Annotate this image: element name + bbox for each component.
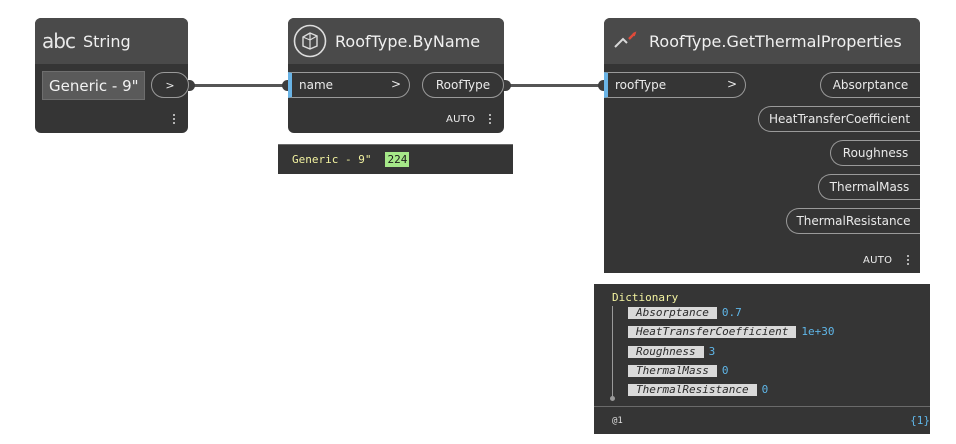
wire-string-to-name [188, 84, 288, 87]
rooftype-node-icon [293, 24, 327, 58]
dictionary-key: Roughness [628, 345, 704, 358]
dictionary-value: 3 [708, 345, 716, 358]
output-port-label: ThermalResistance [796, 214, 911, 228]
dictionary-value: 0 [761, 383, 769, 396]
dictionary-value: 0 [721, 364, 729, 377]
thermal-node-header[interactable]: RoofType.GetThermalProperties [604, 18, 920, 64]
string-output-port[interactable]: > [151, 72, 189, 98]
output-port-heattransfercoefficient[interactable]: HeatTransferCoefficient [758, 106, 920, 132]
name-input-port[interactable]: name > [288, 72, 410, 98]
dictionary-entry: Absorptance 0.7 [628, 306, 742, 319]
input-port-label: name [299, 78, 334, 92]
item-count-label: {1} [910, 414, 930, 427]
dictionary-entry: ThermalMass 0 [628, 364, 728, 377]
output-port-thermalresistance[interactable]: ThermalResistance [786, 208, 920, 234]
string-node-header[interactable]: abc String [35, 18, 188, 64]
rooftype-byname-node[interactable]: RoofType.ByName name > RoofType AUTO [288, 18, 504, 133]
dictionary-entry: HeatTransferCoefficient 1e+30 [628, 325, 834, 338]
byname-preview-bubble: Generic - 9" 224 [278, 144, 513, 174]
output-port-thermalmass[interactable]: ThermalMass [818, 174, 920, 200]
thermal-preview-bubble: Dictionary Absorptance 0.7 HeatTransferC… [594, 284, 930, 434]
wire-start-connector [188, 80, 195, 91]
element-id-badge[interactable]: 224 [385, 152, 410, 167]
output-port-label: ThermalMass [829, 180, 910, 194]
string-value-input[interactable]: Generic - 9" [42, 71, 145, 100]
output-port-absorptance[interactable]: Absorptance [820, 72, 920, 98]
output-port-label: Absorptance [832, 78, 909, 92]
query-icon [614, 31, 637, 48]
node-title: RoofType.ByName [335, 31, 481, 51]
rooftype-getthermalproperties-node[interactable]: RoofType.GetThermalProperties roofType >… [604, 18, 920, 273]
preview-footer-divider [594, 406, 930, 407]
chevron-right-icon: > [390, 77, 401, 91]
node-title: RoofType.GetThermalProperties [649, 31, 902, 51]
output-port-label: RoofType [435, 78, 491, 92]
dictionary-key: Absorptance [628, 306, 717, 319]
tree-line [612, 306, 613, 398]
dictionary-value: 1e+30 [801, 325, 835, 338]
chevron-right-icon: > [726, 77, 737, 91]
wire-rooftype-to-rooftype [506, 84, 604, 87]
chevron-right-icon: > [165, 78, 175, 92]
node-menu-icon[interactable] [172, 112, 176, 124]
dictionary-key: ThermalMass [628, 364, 717, 377]
input-port-label: roofType [615, 78, 667, 92]
rooftype-input-port[interactable]: roofType > [604, 72, 746, 98]
output-port-label: HeatTransferCoefficient [768, 112, 911, 126]
lacing-label[interactable]: AUTO [446, 114, 475, 125]
dictionary-entry: Roughness 3 [628, 345, 715, 358]
byname-node-header[interactable]: RoofType.ByName [288, 18, 504, 64]
lacing-label[interactable]: AUTO [863, 255, 892, 266]
list-level-label: @1 [612, 416, 623, 426]
wire-start-connector [504, 80, 511, 91]
dictionary-type-label: Dictionary [612, 291, 679, 304]
preview-value: Generic - 9" [292, 153, 372, 166]
string-type-icon: abc [42, 29, 76, 53]
rooftype-output-port[interactable]: RoofType [422, 72, 504, 98]
tree-end-dot [610, 396, 615, 401]
node-menu-icon[interactable] [906, 253, 910, 265]
node-title: String [82, 31, 131, 51]
dictionary-value: 0.7 [721, 306, 742, 319]
string-node[interactable]: abc String Generic - 9" > [35, 18, 189, 133]
output-port-label: Roughness [842, 146, 909, 160]
dictionary-key: ThermalResistance [628, 383, 757, 396]
dictionary-key: HeatTransferCoefficient [628, 325, 797, 338]
dictionary-entry: ThermalResistance 0 [628, 383, 768, 396]
string-value-text: Generic - 9" [49, 76, 139, 95]
node-menu-icon[interactable] [488, 112, 492, 124]
output-port-roughness[interactable]: Roughness [830, 140, 920, 166]
